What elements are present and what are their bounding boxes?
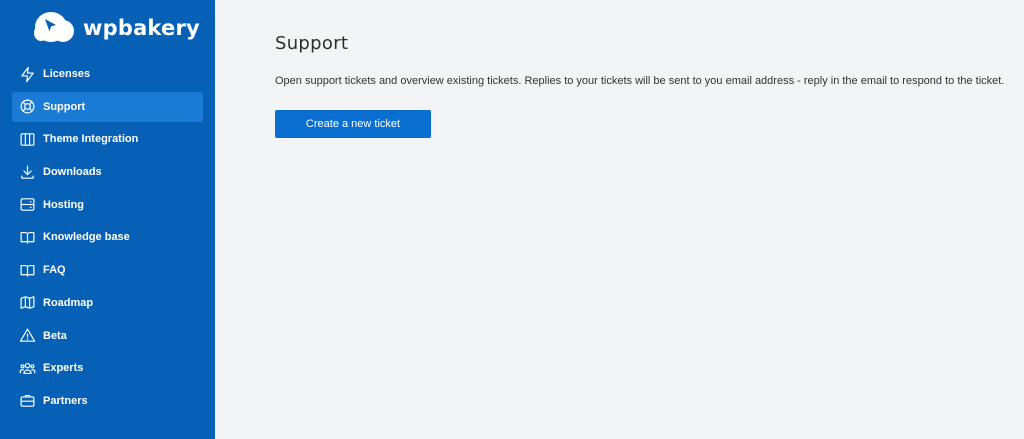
brand-logo[interactable]: wpbakery <box>32 9 200 47</box>
main-content: Support Open support tickets and overvie… <box>215 0 1024 439</box>
sidebar-item-label: FAQ <box>43 264 66 277</box>
sidebar-item-hosting[interactable]: Hosting <box>12 190 203 220</box>
sidebar-item-label: Hosting <box>43 198 84 211</box>
page-description: Open support tickets and overview existi… <box>275 75 1005 87</box>
sidebar-item-knowledge-base[interactable]: Knowledge base <box>12 222 203 252</box>
sidebar-item-label: Support <box>43 100 86 113</box>
lifebuoy-icon <box>18 98 36 116</box>
wpbakery-logo-icon <box>34 12 74 42</box>
sidebar-item-downloads[interactable]: Downloads <box>12 157 203 187</box>
sidebar-item-experts[interactable]: Experts <box>12 353 203 383</box>
sidebar-item-partners[interactable]: Partners <box>12 386 203 416</box>
sidebar: wpbakery Licenses Support Theme Integrat… <box>0 0 215 439</box>
sidebar-nav: Licenses Support Theme Integration Downl… <box>12 59 203 419</box>
sidebar-item-label: Knowledge base <box>43 231 130 244</box>
map-icon <box>18 294 36 312</box>
sidebar-item-label: Roadmap <box>43 296 94 309</box>
server-icon <box>18 196 36 214</box>
sidebar-item-label: Beta <box>43 329 67 342</box>
users-icon <box>18 359 36 377</box>
sidebar-item-label: Partners <box>43 394 88 407</box>
sidebar-item-beta[interactable]: Beta <box>12 321 203 351</box>
sidebar-item-support[interactable]: Support <box>12 91 203 122</box>
brand-name: wpbakery <box>83 15 200 40</box>
sidebar-item-label: Experts <box>43 362 84 375</box>
sidebar-item-label: Theme Integration <box>43 133 139 146</box>
page-title: Support <box>275 33 349 54</box>
book-open-icon <box>18 228 36 246</box>
sidebar-item-label: Licenses <box>43 68 91 80</box>
warning-triangle-icon <box>18 327 36 345</box>
create-ticket-button[interactable]: Create a new ticket <box>275 110 431 138</box>
sidebar-item-theme-integration[interactable]: Theme Integration <box>12 124 203 154</box>
sidebar-item-label: Downloads <box>43 166 102 179</box>
book-icon <box>18 261 36 279</box>
sidebar-item-licenses[interactable]: Licenses <box>12 59 203 89</box>
download-icon <box>18 163 36 181</box>
bolt-icon <box>18 65 36 83</box>
sidebar-item-roadmap[interactable]: Roadmap <box>12 288 203 318</box>
briefcase-icon <box>18 392 36 410</box>
columns-icon <box>18 130 36 148</box>
sidebar-item-faq[interactable]: FAQ <box>12 255 203 285</box>
